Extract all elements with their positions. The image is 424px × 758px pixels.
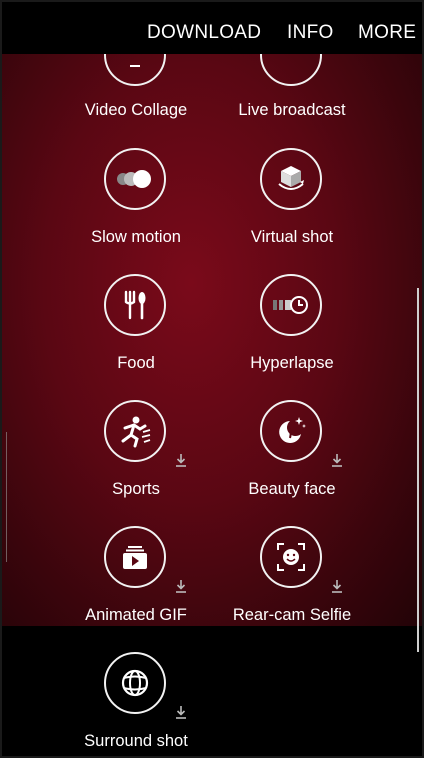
edge-handle <box>6 432 7 562</box>
mode-label: Hyperlapse <box>250 354 334 372</box>
mode-label: Slow motion <box>91 228 181 246</box>
download-icon[interactable] <box>331 453 343 467</box>
mode-label: Sports <box>112 480 160 498</box>
top-action-bar: DOWNLOAD INFO MORE <box>2 2 422 54</box>
slow-motion-icon <box>104 148 166 210</box>
download-icon[interactable] <box>331 579 343 593</box>
hyperlapse-icon <box>260 274 322 336</box>
mode-label: Surround shot <box>84 732 188 750</box>
modes-background <box>2 2 422 626</box>
mode-label: Animated GIF <box>85 606 187 624</box>
mode-label: Live broadcast <box>238 101 346 119</box>
beauty-face-icon <box>260 400 322 462</box>
more-button[interactable]: MORE <box>358 22 416 44</box>
download-button[interactable]: DOWNLOAD <box>147 22 261 44</box>
rear-cam-selfie-icon <box>260 526 322 588</box>
surround-shot-icon <box>104 652 166 714</box>
download-icon[interactable] <box>175 453 187 467</box>
download-icon[interactable] <box>175 705 187 719</box>
scrollbar[interactable] <box>417 288 419 652</box>
virtual-shot-icon <box>260 148 322 210</box>
sports-icon <box>104 400 166 462</box>
food-icon <box>104 274 166 336</box>
camera-modes-screen: DOWNLOAD INFO MORE Video Collage Live br… <box>0 0 424 758</box>
mode-label: Beauty face <box>248 480 336 498</box>
mode-label: Rear-cam Selfie <box>232 606 352 624</box>
mode-label: Food <box>117 354 155 372</box>
mode-label: Video Collage <box>84 101 188 119</box>
mode-label: Virtual shot <box>250 228 334 246</box>
info-button[interactable]: INFO <box>287 22 334 44</box>
download-icon[interactable] <box>175 579 187 593</box>
animated-gif-icon <box>104 526 166 588</box>
